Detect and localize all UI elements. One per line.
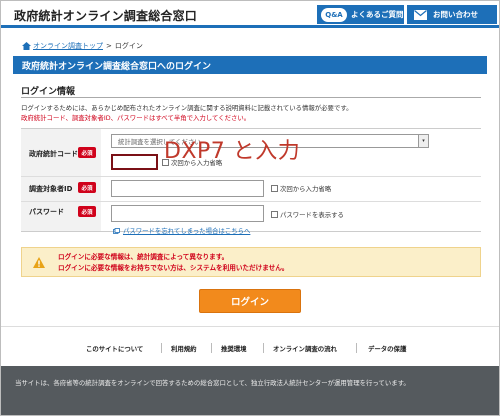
- faq-label: よくあるご質問: [351, 10, 404, 19]
- faq-link[interactable]: Q&A よくあるご質問: [317, 5, 404, 24]
- notice-line: ログインに必要な情報は、統計調査によって異なります。: [58, 253, 229, 261]
- home-icon: [22, 42, 31, 50]
- forgot-password[interactable]: パスワードを忘れてしまった場合はこちらへ: [113, 226, 250, 235]
- site-header: 政府統計オンライン調査総合窓口 Q&A よくあるご質問 お問い合わせ: [1, 1, 499, 28]
- qa-icon: Q&A: [321, 7, 347, 22]
- required-badge: 必須: [78, 206, 96, 217]
- breadcrumb-home-link[interactable]: オンライン調査トップ: [33, 41, 103, 51]
- footer-link-flow[interactable]: オンライン調査の流れ: [273, 344, 337, 353]
- footer-bottom: 当サイトは、各府省等の統計調査をオンラインで回答するための総合窓口として、独立行…: [1, 366, 499, 415]
- row-divider: [21, 176, 481, 177]
- forgot-password-link[interactable]: パスワードを忘れてしまった場合はこちらへ: [123, 226, 250, 235]
- id-label: 調査対象者ID: [29, 185, 73, 193]
- input-annotation: DXP7 と入力: [164, 139, 301, 164]
- footer-separator: [263, 343, 264, 353]
- code-label: 政府統計コード: [29, 150, 78, 158]
- password-label: パスワード: [29, 208, 64, 216]
- respondent-id-input[interactable]: [111, 180, 264, 197]
- footer-nav: このサイトについて 利用規約 推奨環境 オンライン調査の流れ データの保護: [1, 326, 499, 366]
- section-title: ログイン情報: [21, 87, 76, 97]
- password-input[interactable]: [111, 205, 264, 222]
- id-remember-label: 次回から入力省略: [280, 185, 332, 193]
- contact-label: お問い合わせ: [433, 10, 478, 19]
- page-title: 政府統計オンライン調査総合窓口へのログイン: [13, 56, 487, 74]
- footer-notice: 当サイトは、各府省等の統計調査をオンラインで回答するための総合窓口として、独立行…: [15, 379, 410, 387]
- login-button[interactable]: ログイン: [199, 289, 301, 313]
- breadcrumb: オンライン調査トップ > ログイン: [22, 41, 143, 51]
- notice-text: ログインに必要な情報は、統計調査によって異なります。 ログインに必要な情報をお持…: [58, 252, 288, 273]
- login-description: ログインするためには、あらかじめ配布されたオンライン調査に関する説明資料に記載さ…: [21, 103, 352, 123]
- section-divider: [21, 97, 481, 98]
- show-password-label: パスワードを表示する: [280, 211, 344, 219]
- contact-link[interactable]: お問い合わせ: [407, 5, 497, 24]
- required-badge: 必須: [78, 147, 96, 158]
- statistics-code-input[interactable]: [111, 154, 158, 170]
- footer-link-data-protection[interactable]: データの保護: [368, 344, 406, 353]
- description-warning: 政府統計コード、調査対象者ID、パスワードはすべて半角で入力してください。: [21, 114, 251, 122]
- warning-icon: [33, 257, 45, 268]
- row-divider: [21, 201, 481, 202]
- notice-box: ログインに必要な情報は、統計調査によって異なります。 ログインに必要な情報をお持…: [21, 247, 481, 277]
- checkbox-icon[interactable]: [271, 211, 278, 218]
- external-link-icon: [113, 227, 120, 234]
- mail-icon: [414, 9, 427, 20]
- notice-line: ログインに必要な情報をお持ちでない方は、システムを利用いただけません。: [58, 263, 289, 272]
- site-title[interactable]: 政府統計オンライン調査総合窓口: [14, 7, 197, 24]
- footer-separator: [211, 343, 212, 353]
- footer-link-terms[interactable]: 利用規約: [171, 344, 197, 353]
- breadcrumb-separator: >: [106, 42, 112, 50]
- footer-link-about[interactable]: このサイトについて: [86, 344, 143, 353]
- id-remember-checkbox[interactable]: 次回から入力省略: [271, 184, 331, 193]
- description-line: ログインするためには、あらかじめ配布されたオンライン調査に関する説明資料に記載さ…: [21, 104, 353, 112]
- footer-separator: [356, 343, 357, 353]
- footer-separator: [161, 343, 162, 353]
- chevron-down-icon[interactable]: ▾: [418, 135, 428, 147]
- required-badge: 必須: [78, 182, 96, 193]
- show-password-checkbox[interactable]: パスワードを表示する: [271, 210, 344, 219]
- checkbox-icon[interactable]: [271, 185, 278, 192]
- breadcrumb-current: ログイン: [114, 42, 143, 50]
- footer-link-environment[interactable]: 推奨環境: [221, 344, 247, 353]
